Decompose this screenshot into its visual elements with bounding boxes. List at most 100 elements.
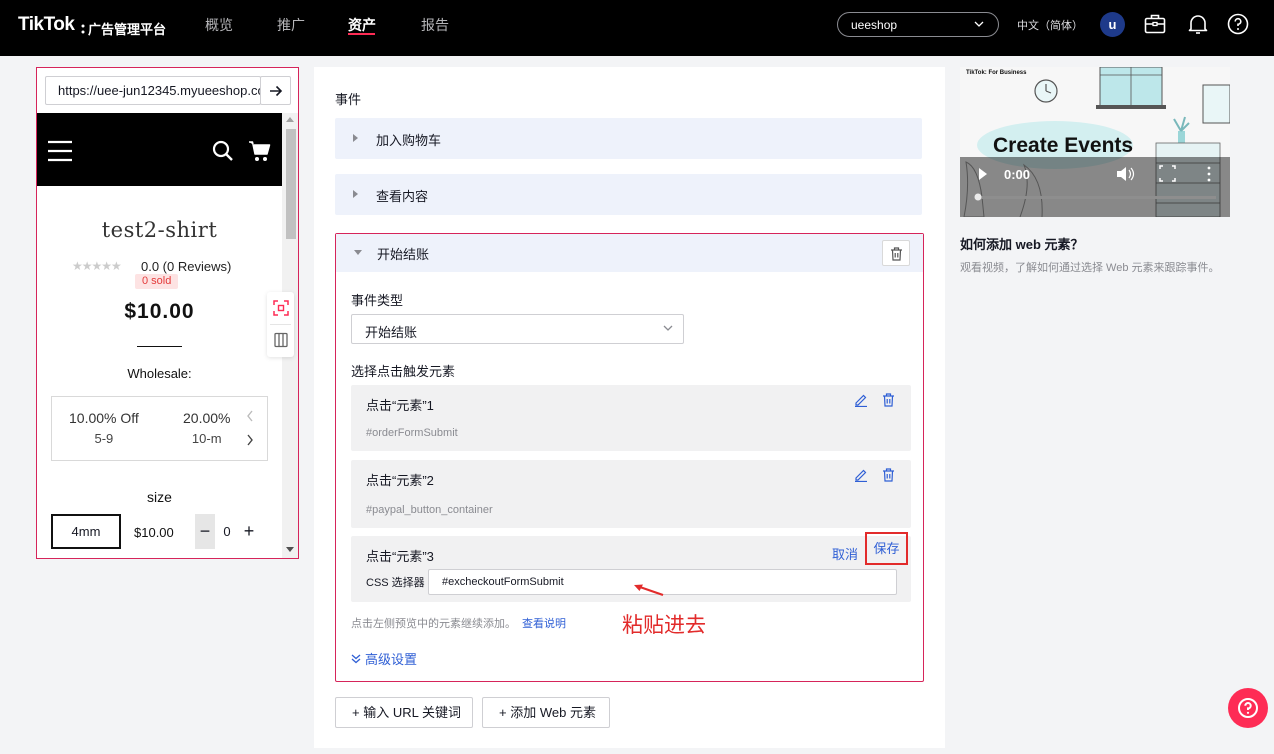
element-name: 点击“元素”2 xyxy=(366,473,434,488)
save-button[interactable]: 保存 xyxy=(865,532,908,565)
tiktok-logo[interactable]: TikTok xyxy=(18,14,75,36)
browse-mode-icon[interactable] xyxy=(273,332,289,348)
nav-promote[interactable]: 推广 xyxy=(277,15,305,35)
tier-item[interactable]: 20.00% 10-m xyxy=(183,410,230,446)
qty-plus-button[interactable]: + xyxy=(239,514,259,549)
advanced-settings-toggle[interactable]: 高级设置 xyxy=(351,649,417,668)
click-element-card-editing: 点击“元素”3 取消 保存 CSS 选择器 #excheckoutFormSub… xyxy=(351,532,911,602)
language-switch[interactable]: 中文（简体） xyxy=(1017,17,1083,33)
element-selector: #orderFormSubmit xyxy=(366,427,458,439)
advanced-settings-label: 高级设置 xyxy=(365,652,418,667)
search-icon[interactable] xyxy=(212,140,234,162)
event-label: 加入购物车 xyxy=(376,133,442,148)
shop-account-value: ueeshop xyxy=(851,18,898,32)
plus-icon: + xyxy=(499,705,507,720)
click-element-card: 点击“元素”2 #paypal_button_container xyxy=(351,460,911,528)
rating-text: 0.0 (0 Reviews) xyxy=(141,259,232,274)
video-description: 观看视频，了解如何通过选择 Web 元素来跟踪事件。 xyxy=(960,262,1220,274)
add-element-hint: 点击左侧预览中的元素继续添加。 查看说明 xyxy=(351,615,566,631)
annotation-text: 粘贴进去 xyxy=(622,613,706,637)
button-label: 输入 URL 关键词 xyxy=(363,705,461,720)
trigger-element-label: 选择点击触发元素 xyxy=(351,364,456,379)
active-nav-indicator xyxy=(348,33,375,35)
event-type-select[interactable]: 开始结账 xyxy=(351,314,684,344)
edit-icon[interactable] xyxy=(854,393,868,407)
video-brand: TikTok: For Business xyxy=(966,70,1027,76)
view-instructions-link[interactable]: 查看说明 xyxy=(522,618,566,630)
platform-name: 广告管理平台 xyxy=(88,22,167,37)
chevron-right-icon[interactable] xyxy=(246,434,254,446)
caret-right-icon xyxy=(353,190,358,198)
cancel-button[interactable]: 取消 xyxy=(832,544,858,563)
chevron-left-icon[interactable] xyxy=(246,410,254,422)
help-icon xyxy=(1238,698,1258,718)
hamburger-menu-icon[interactable] xyxy=(47,140,73,162)
shop-account-select[interactable]: ueeshop xyxy=(837,12,999,37)
user-avatar[interactable]: u xyxy=(1100,12,1125,37)
delete-event-button[interactable] xyxy=(882,240,910,266)
chevron-down-icon xyxy=(663,325,673,331)
help-icon[interactable] xyxy=(1226,12,1250,36)
event-add-to-cart[interactable]: 加入购物车 xyxy=(335,118,922,159)
trash-icon[interactable] xyxy=(882,468,895,482)
sold-badge: 0 sold xyxy=(135,274,179,289)
add-url-keyword-button[interactable]: + 输入 URL 关键词 xyxy=(335,697,473,728)
qty-minus-button[interactable]: − xyxy=(195,514,215,549)
caret-down-icon xyxy=(354,250,362,255)
qty-value[interactable]: 0 xyxy=(215,514,239,549)
shop-header xyxy=(37,113,282,186)
video-title: 如何添加 web 元素？ xyxy=(960,237,1084,252)
chevron-down-icon xyxy=(974,21,984,27)
video-caption: Create Events xyxy=(993,134,1134,157)
tier-item[interactable]: 10.00% Off 5-9 xyxy=(69,410,139,446)
nav-reports[interactable]: 报告 xyxy=(421,15,449,35)
size-option[interactable]: 4mm xyxy=(51,514,121,549)
size-label: size xyxy=(147,489,172,505)
briefcase-icon[interactable] xyxy=(1143,12,1167,36)
tier-discount: 10.00% Off xyxy=(69,410,139,426)
add-web-element-button[interactable]: + 添加 Web 元素 xyxy=(482,697,610,728)
scroll-down-icon[interactable] xyxy=(286,547,294,552)
tier-quantity: 10-m xyxy=(191,431,222,446)
nav-overview[interactable]: 概览 xyxy=(205,15,233,35)
event-label: 查看内容 xyxy=(376,189,429,204)
event-label: 开始结账 xyxy=(377,247,430,262)
click-element-card: 点击“元素”1 #orderFormSubmit xyxy=(351,385,911,451)
rating-stars: ★★★★★ xyxy=(72,259,122,273)
scroll-thumb[interactable] xyxy=(286,129,296,239)
wholesale-tiers: 10.00% Off 5-9 20.00% 10-m xyxy=(51,396,268,461)
nav-assets[interactable]: 资产 xyxy=(348,15,376,35)
select-element-icon[interactable] xyxy=(273,300,289,316)
element-name: 点击“元素”1 xyxy=(366,398,434,413)
go-button[interactable] xyxy=(260,76,291,105)
bell-icon[interactable] xyxy=(1186,12,1210,36)
edit-icon[interactable] xyxy=(854,468,868,482)
hint-text: 点击左侧预览中的元素继续添加。 xyxy=(351,618,516,630)
preview-tool-panel xyxy=(267,292,294,357)
wholesale-label: Wholesale: xyxy=(127,366,192,381)
divider xyxy=(137,346,182,347)
button-label: 添加 Web 元素 xyxy=(510,705,596,720)
events-section-title: 事件 xyxy=(335,92,362,107)
help-floating-button[interactable] xyxy=(1228,688,1268,728)
scroll-up-icon[interactable] xyxy=(286,117,294,122)
logo-colon-mark xyxy=(81,24,85,34)
annotation-arrow xyxy=(634,584,664,597)
product-price[interactable]: $10.00 xyxy=(37,300,282,324)
event-type-value: 开始结账 xyxy=(365,325,418,340)
arrow-right-icon xyxy=(270,85,283,97)
event-type-label: 事件类型 xyxy=(351,293,404,308)
event-view-content[interactable]: 查看内容 xyxy=(335,174,922,215)
event-settings-panel: 事件 加入购物车 查看内容 开始结账 事件类型 开始结账 选择点击触发元素 点击… xyxy=(314,67,945,748)
event-header[interactable]: 开始结账 xyxy=(336,234,923,272)
element-selector: #paypal_button_container xyxy=(366,504,493,516)
trash-icon[interactable] xyxy=(882,393,895,407)
tutorial-video[interactable]: TikTok: For Business Create Events 0:00 xyxy=(960,67,1230,217)
product-title[interactable]: test2-shirt xyxy=(37,218,282,242)
quantity-stepper: − 0 + xyxy=(195,514,259,549)
preview-url-input[interactable]: https://uee-jun12345.myueeshop.com xyxy=(45,76,261,105)
caret-right-icon xyxy=(353,134,358,142)
tier-quantity: 5-9 xyxy=(94,431,114,446)
cart-icon[interactable] xyxy=(248,139,272,163)
plus-icon: + xyxy=(352,705,360,720)
